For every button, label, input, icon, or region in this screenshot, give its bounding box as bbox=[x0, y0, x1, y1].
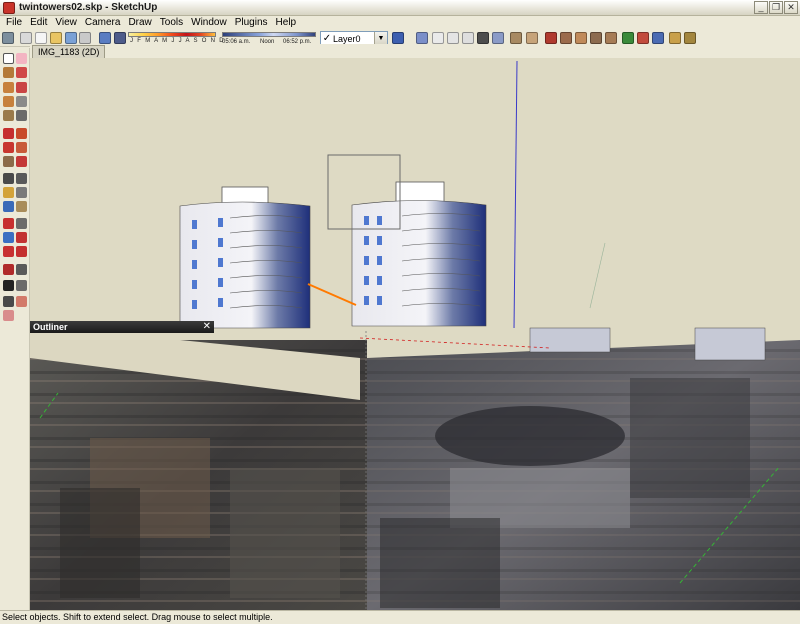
menu-file[interactable]: File bbox=[2, 16, 26, 30]
close-button[interactable]: ✕ bbox=[784, 1, 798, 14]
position-icon[interactable] bbox=[3, 296, 14, 307]
orbit-icon[interactable] bbox=[3, 201, 14, 212]
wireframe-icon[interactable] bbox=[526, 32, 538, 44]
time-slider-track[interactable] bbox=[222, 32, 316, 37]
paint-icon[interactable] bbox=[622, 32, 634, 44]
status-bar: Select objects. Shift to extend select. … bbox=[0, 610, 800, 624]
open-icon[interactable] bbox=[50, 32, 62, 44]
minimize-button[interactable]: _ bbox=[754, 1, 768, 14]
rectangle-icon[interactable] bbox=[3, 82, 14, 93]
undo-icon[interactable] bbox=[637, 32, 649, 44]
section-icon[interactable] bbox=[16, 264, 27, 275]
menu-plugins[interactable]: Plugins bbox=[231, 16, 272, 30]
outliner-title: Outliner bbox=[33, 322, 68, 332]
follow-me-icon[interactable] bbox=[16, 110, 27, 121]
copy-icon[interactable] bbox=[99, 32, 111, 44]
left-view-icon[interactable] bbox=[492, 32, 504, 44]
shaded-icon[interactable] bbox=[560, 32, 572, 44]
current-layer-name: Layer0 bbox=[333, 33, 361, 44]
polygon-icon[interactable] bbox=[16, 96, 27, 107]
display-section-icon[interactable] bbox=[3, 310, 14, 321]
footprints-icon[interactable] bbox=[3, 280, 14, 291]
status-text: Select objects. Shift to extend select. … bbox=[2, 612, 273, 622]
monochrome-icon[interactable] bbox=[590, 32, 602, 44]
rotate-icon[interactable] bbox=[16, 128, 27, 139]
paint-bucket-icon[interactable] bbox=[3, 67, 14, 78]
pan-icon[interactable] bbox=[16, 201, 27, 212]
viewport-drawing bbox=[30, 58, 800, 610]
line-icon[interactable] bbox=[16, 67, 27, 78]
ground-photo-right[interactable] bbox=[367, 328, 800, 610]
cut-icon[interactable] bbox=[79, 32, 91, 44]
ground-photo-left[interactable] bbox=[30, 340, 367, 610]
save-icon[interactable] bbox=[65, 32, 77, 44]
materials-icon[interactable] bbox=[669, 32, 681, 44]
circle-icon[interactable] bbox=[3, 96, 14, 107]
compass-icon[interactable] bbox=[16, 280, 27, 291]
sketchup-app-icon bbox=[3, 1, 15, 14]
offset-icon[interactable] bbox=[16, 142, 27, 153]
zoom-icon[interactable] bbox=[3, 218, 14, 229]
walk-icon[interactable] bbox=[3, 246, 14, 257]
outliner-close-icon[interactable]: ✕ bbox=[203, 321, 211, 333]
menu-window[interactable]: Window bbox=[187, 16, 231, 30]
paste-icon[interactable] bbox=[114, 32, 126, 44]
menu-draw[interactable]: Draw bbox=[124, 16, 155, 30]
textured-icon[interactable] bbox=[575, 32, 587, 44]
eraser-icon[interactable] bbox=[16, 53, 27, 64]
back-view-icon[interactable] bbox=[477, 32, 489, 44]
front-view-icon[interactable] bbox=[447, 32, 459, 44]
arc-icon[interactable] bbox=[16, 82, 27, 93]
scene-tab-img-1183[interactable]: IMG_1183 (2D) bbox=[32, 45, 106, 58]
outliner-panel[interactable]: Outliner ✕ bbox=[30, 321, 214, 333]
right-tower[interactable] bbox=[351, 181, 487, 327]
section-plane-icon[interactable] bbox=[16, 296, 27, 307]
date-slider-track[interactable] bbox=[128, 32, 216, 37]
window-title: twintowers02.skp - SketchUp bbox=[19, 2, 158, 13]
new-icon[interactable] bbox=[35, 32, 47, 44]
left-tower[interactable] bbox=[179, 186, 311, 329]
protractor-icon[interactable] bbox=[3, 173, 14, 184]
zoom-extents-icon[interactable] bbox=[3, 232, 14, 243]
menu-help[interactable]: Help bbox=[272, 16, 301, 30]
position-camera-icon[interactable] bbox=[3, 264, 14, 275]
redo-icon[interactable] bbox=[652, 32, 664, 44]
components-icon[interactable] bbox=[392, 32, 404, 44]
menu-bar: File Edit View Camera Draw Tools Window … bbox=[0, 16, 800, 30]
dimension-icon[interactable] bbox=[16, 156, 27, 167]
menu-tools[interactable]: Tools bbox=[156, 16, 187, 30]
look-around-icon[interactable] bbox=[16, 246, 27, 257]
menu-edit[interactable]: Edit bbox=[26, 16, 51, 30]
model-viewport[interactable] bbox=[30, 58, 800, 610]
save-icon-2[interactable] bbox=[684, 32, 696, 44]
right-view-icon[interactable] bbox=[462, 32, 474, 44]
menu-camera[interactable]: Camera bbox=[81, 16, 125, 30]
push-pull-icon[interactable] bbox=[3, 110, 14, 121]
current-layer-check-icon: ✓ bbox=[322, 33, 332, 44]
camera-icon[interactable] bbox=[2, 32, 14, 44]
print-icon[interactable] bbox=[20, 32, 32, 44]
zoom-window-icon[interactable] bbox=[16, 218, 27, 229]
select-icon[interactable] bbox=[3, 53, 14, 64]
3d-text-icon[interactable] bbox=[16, 187, 27, 198]
menu-view[interactable]: View bbox=[51, 16, 81, 30]
tape-measure-icon[interactable] bbox=[3, 156, 14, 167]
iso-view-icon[interactable] bbox=[416, 32, 428, 44]
window-controls: _ ❐ ✕ bbox=[754, 1, 798, 14]
text-icon[interactable] bbox=[16, 173, 27, 184]
hidden-line-icon[interactable] bbox=[545, 32, 557, 44]
scene-tabs: IMG_1183 (2D) bbox=[30, 44, 800, 58]
previous-view-icon[interactable] bbox=[16, 232, 27, 243]
axes-icon[interactable] bbox=[3, 187, 14, 198]
xray-icon[interactable] bbox=[510, 32, 522, 44]
title-bar: twintowers02.skp - SketchUp _ ❐ ✕ bbox=[0, 0, 800, 16]
move-icon[interactable] bbox=[3, 128, 14, 139]
top-view-icon[interactable] bbox=[432, 32, 444, 44]
left-tool-palette bbox=[0, 48, 30, 612]
scale-icon[interactable] bbox=[3, 142, 14, 153]
erase-icon[interactable] bbox=[605, 32, 617, 44]
restore-button[interactable]: ❐ bbox=[769, 1, 783, 14]
